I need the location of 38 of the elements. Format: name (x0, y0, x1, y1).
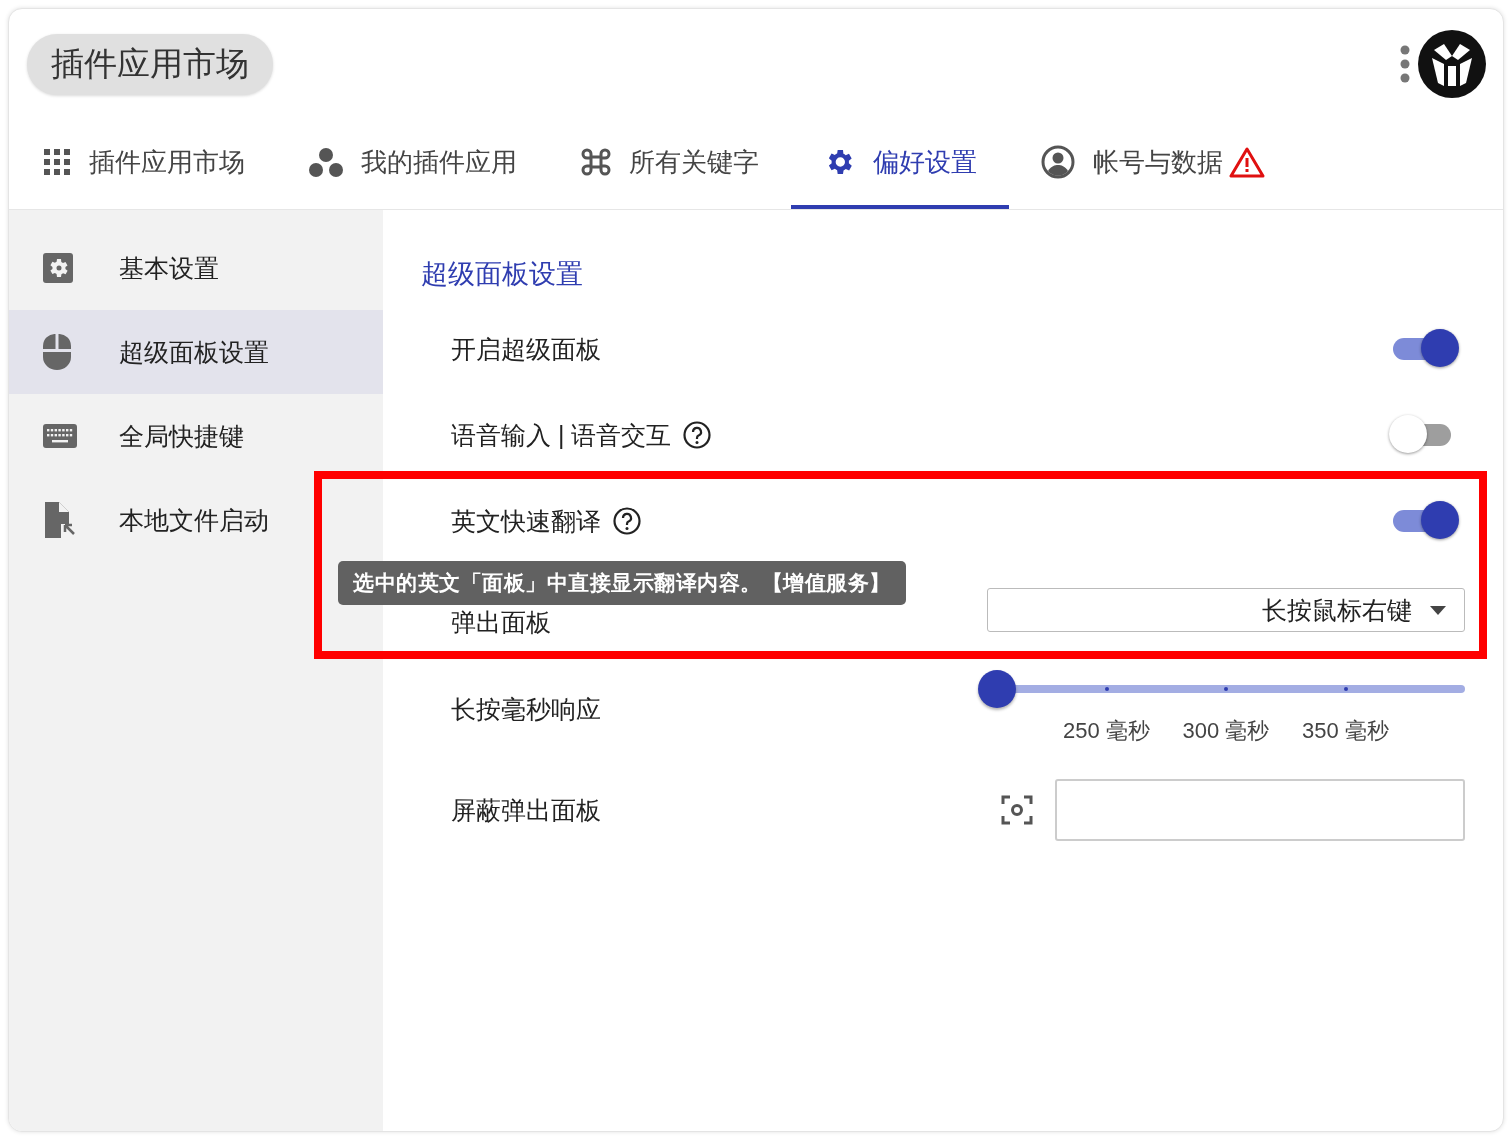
user-icon (1041, 145, 1075, 179)
tab[interactable]: 所有关键字 (549, 119, 791, 209)
keyboard-icon (43, 424, 77, 448)
setting-label: 屏蔽弹出面板 (451, 794, 601, 826)
setting-label: 弹出面板 (451, 606, 551, 638)
app-title: 插件应用市场 (27, 33, 273, 95)
more-icon[interactable] (1400, 44, 1410, 84)
tab[interactable]: 偏好设置 (791, 119, 1009, 209)
help-icon[interactable] (613, 507, 641, 535)
section-title: 超级面板设置 (421, 258, 584, 291)
caret-icon (1430, 605, 1446, 615)
screenshot-icon[interactable] (1001, 794, 1033, 826)
tab[interactable]: 我的插件应用 (277, 119, 549, 209)
setting-label: 长按毫秒响应 (451, 694, 601, 725)
sidebar-item[interactable]: 全局快捷键 (9, 394, 383, 478)
help-icon[interactable] (683, 421, 712, 449)
tick-label: 250 毫秒 (1063, 717, 1150, 745)
file-cursor-icon (43, 502, 77, 538)
grid-icon (43, 148, 71, 176)
tooltip: 选中的英文「面板」中直接显示翻译内容。【增值服务】 (338, 561, 906, 605)
tab[interactable]: 插件应用市场 (11, 119, 277, 209)
setting-label: 开启超级面板 (451, 333, 601, 365)
command-key-icon (581, 147, 611, 177)
input-field[interactable] (1055, 779, 1465, 841)
sidebar-item[interactable]: 本地文件启动 (9, 478, 383, 562)
tab[interactable]: 帐号与数据 (1009, 119, 1297, 209)
sidebar-item[interactable]: 基本设置 (9, 226, 383, 310)
slider-thumb[interactable] (978, 670, 1016, 708)
mouse-icon (43, 334, 71, 370)
setting-label: 语音输入 | 语音交互 (451, 419, 672, 451)
three-circles-icon (309, 147, 343, 177)
dropdown[interactable]: 长按鼠标右键 (987, 588, 1465, 632)
tick-label: 300 毫秒 (1182, 717, 1270, 745)
tick-label: 350 毫秒 (1302, 717, 1389, 745)
sidebar-item[interactable]: 超级面板设置 (9, 310, 383, 394)
logo-icon[interactable] (1418, 30, 1486, 98)
settings-icon (43, 253, 73, 283)
setting-label: 英文快速翻译 (451, 505, 601, 537)
